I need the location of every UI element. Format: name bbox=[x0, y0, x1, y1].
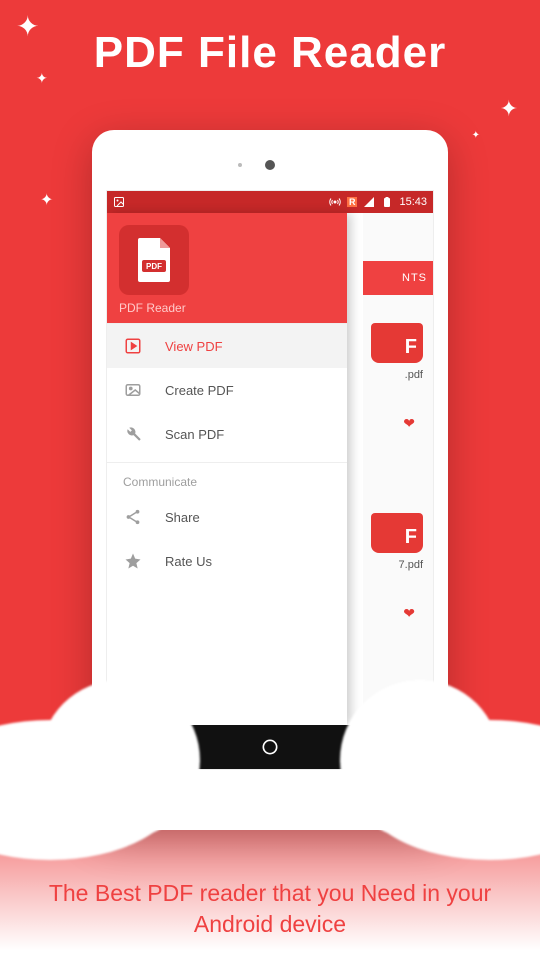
navigation-drawer: PDF PDF Reader View PDF Create PDF bbox=[107, 213, 347, 725]
image-icon bbox=[123, 380, 143, 400]
file-name: 7.pdf bbox=[371, 559, 423, 571]
drawer-section-label: Communicate bbox=[107, 462, 347, 495]
sparkle-decoration: ✦ bbox=[500, 96, 518, 122]
menu-item-label: Share bbox=[165, 510, 200, 525]
roaming-badge: R bbox=[347, 197, 358, 207]
battery-icon bbox=[381, 196, 393, 208]
svg-text:PDF: PDF bbox=[146, 262, 162, 271]
menu-item-label: Create PDF bbox=[165, 383, 234, 398]
drawer-header: PDF PDF Reader bbox=[107, 213, 347, 323]
sparkle-decoration: ✦ bbox=[472, 130, 480, 141]
menu-item-share[interactable]: Share bbox=[107, 495, 347, 539]
tab-hint: NTS bbox=[363, 261, 433, 295]
sparkle-decoration: ✦ bbox=[40, 190, 53, 210]
menu-item-view-pdf[interactable]: View PDF bbox=[107, 324, 347, 368]
drawer-title: PDF Reader bbox=[119, 301, 335, 315]
menu-item-label: Scan PDF bbox=[165, 427, 224, 442]
status-time: 15:43 bbox=[399, 196, 427, 208]
hotspot-icon bbox=[329, 196, 341, 208]
home-button[interactable] bbox=[259, 736, 281, 758]
menu-item-label: View PDF bbox=[165, 339, 223, 354]
device-camera bbox=[265, 160, 275, 170]
file-badge: F bbox=[371, 323, 423, 363]
file-name: .pdf bbox=[371, 369, 423, 381]
heart-icon: ❤ bbox=[403, 415, 415, 432]
app-icon: PDF bbox=[119, 225, 189, 295]
menu-item-rate-us[interactable]: Rate Us bbox=[107, 539, 347, 583]
heart-icon: ❤ bbox=[403, 605, 415, 622]
file-badge: F bbox=[371, 513, 423, 553]
menu-item-create-pdf[interactable]: Create PDF bbox=[107, 368, 347, 412]
menu-item-scan-pdf[interactable]: Scan PDF bbox=[107, 412, 347, 456]
promo-tagline: The Best PDF reader that you Need in you… bbox=[0, 878, 540, 940]
device-screen: R 15:43 NTS F .pdf ❤ F 7.pdf ❤ bbox=[106, 190, 434, 770]
cloud-decoration bbox=[360, 720, 540, 860]
wrench-icon bbox=[123, 424, 143, 444]
signal-icon bbox=[363, 196, 375, 208]
drawer-menu: View PDF Create PDF Scan PDF Communicate bbox=[107, 323, 347, 583]
play-icon bbox=[123, 336, 143, 356]
menu-item-label: Rate Us bbox=[165, 554, 212, 569]
screenshot-icon bbox=[113, 196, 125, 208]
cloud-decoration bbox=[0, 720, 180, 860]
promo-title: PDF File Reader bbox=[0, 0, 540, 78]
star-icon bbox=[123, 551, 143, 571]
share-icon bbox=[123, 507, 143, 527]
status-bar: R 15:43 bbox=[107, 191, 433, 213]
